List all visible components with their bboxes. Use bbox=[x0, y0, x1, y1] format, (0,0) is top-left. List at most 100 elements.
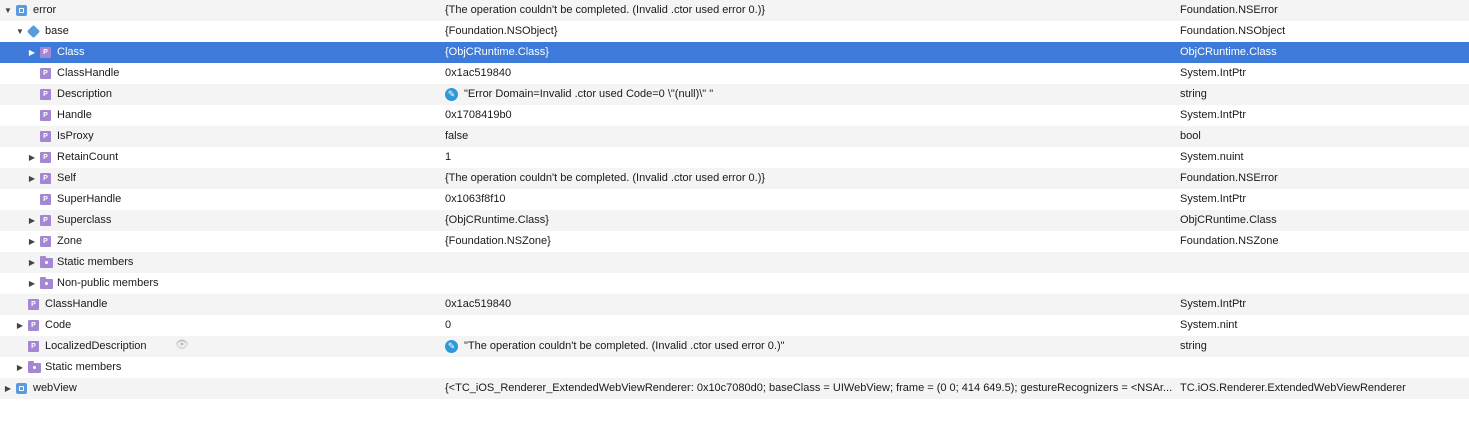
disclosure-collapsed-icon[interactable]: ▶ bbox=[27, 147, 37, 168]
disclosure-collapsed-icon[interactable]: ▶ bbox=[27, 210, 37, 231]
row-value: false bbox=[445, 130, 469, 142]
value-cell: ✎ "Error Domain=Invalid .ctor used Code=0… bbox=[445, 84, 1173, 105]
row-value: 1 bbox=[445, 151, 452, 163]
tree-row[interactable]: ▼ base {Foundation.NSObject} Foundation.NSO… bbox=[0, 21, 1469, 42]
disclosure-collapsed-icon[interactable]: ▶ bbox=[3, 378, 13, 399]
row-value: {Foundation.NSObject} bbox=[445, 25, 558, 37]
row-value: {Foundation.NSZone} bbox=[445, 235, 551, 247]
row-type: System.IntPtr bbox=[1180, 109, 1247, 121]
name-cell: ▶ Static members bbox=[0, 252, 430, 273]
value-cell: 0x1ac519840 bbox=[445, 294, 1173, 315]
disclosure-collapsed-icon[interactable]: ▶ bbox=[27, 252, 37, 273]
row-value: 0x1ac519840 bbox=[445, 298, 512, 310]
name-cell: P LocalizedDescription 👁 bbox=[0, 336, 430, 357]
disclosure-expanded-icon[interactable]: ▼ bbox=[3, 0, 13, 21]
row-name: Static members bbox=[57, 256, 134, 268]
tree-row[interactable]: ▶ P Class {ObjCRuntime.Class} ObjCRuntime.Cl… bbox=[0, 42, 1469, 63]
name-cell: ▶ P Self bbox=[0, 168, 430, 189]
value-cell: 0x1063f8f10 bbox=[445, 189, 1173, 210]
base-class-icon bbox=[26, 24, 41, 39]
value-cell: ✎ "The operation couldn't be completed. (… bbox=[445, 336, 1173, 357]
name-cell: P Description bbox=[0, 84, 430, 105]
tree-row[interactable]: ▶ Static members bbox=[0, 357, 1469, 378]
disclosure-collapsed-icon[interactable]: ▶ bbox=[27, 231, 37, 252]
value-cell: 0x1708419b0 bbox=[445, 105, 1173, 126]
row-type: TC.iOS.Renderer.ExtendedWebViewRenderer bbox=[1180, 382, 1406, 394]
name-cell: ▶ P Class bbox=[0, 42, 430, 63]
row-name: RetainCount bbox=[57, 151, 119, 163]
property-icon: P bbox=[40, 47, 51, 58]
disclosure-collapsed-icon[interactable]: ▶ bbox=[27, 273, 37, 294]
disclosure-expanded-icon[interactable]: ▼ bbox=[15, 21, 25, 42]
tree-row[interactable]: ▶ P Zone {Foundation.NSZone} Foundation.NSZo… bbox=[0, 231, 1469, 252]
tree-row[interactable]: P ClassHandle 0x1ac519840 System.IntPtr bbox=[0, 294, 1469, 315]
row-type: string bbox=[1180, 88, 1207, 100]
row-type: System.IntPtr bbox=[1180, 193, 1247, 205]
value-cell bbox=[445, 252, 1173, 273]
eye-icon[interactable]: 👁 bbox=[175, 340, 189, 351]
property-icon: P bbox=[40, 89, 51, 100]
tree-row[interactable]: ▶ P Superclass {ObjCRuntime.Class} ObjCRunti… bbox=[0, 210, 1469, 231]
name-cell: ▶ P RetainCount bbox=[0, 147, 430, 168]
tree-row[interactable]: ▶ Non-public members bbox=[0, 273, 1469, 294]
folder-icon bbox=[28, 361, 41, 373]
tree-row[interactable]: P LocalizedDescription 👁 ✎ "The operation co… bbox=[0, 336, 1469, 357]
value-cell: {Foundation.NSZone} bbox=[445, 231, 1173, 252]
name-cell: ▶ Static members bbox=[0, 357, 430, 378]
disclosure-collapsed-icon[interactable]: ▶ bbox=[27, 42, 37, 63]
row-value[interactable]: "Error Domain=Invalid .ctor used Code=0 … bbox=[464, 84, 713, 105]
row-name: Static members bbox=[45, 361, 122, 373]
tree-row[interactable]: ▶ P Code 0 System.nint bbox=[0, 315, 1469, 336]
disclosure-collapsed-icon[interactable]: ▶ bbox=[27, 168, 37, 189]
row-type: Foundation.NSError bbox=[1180, 4, 1278, 16]
row-value[interactable]: "The operation couldn't be completed. (I… bbox=[464, 336, 785, 357]
row-name: webView bbox=[33, 382, 77, 394]
row-type: bool bbox=[1180, 130, 1201, 142]
row-value: 0 bbox=[445, 319, 452, 331]
name-cell: P SuperHandle bbox=[0, 189, 430, 210]
row-name: Code bbox=[45, 319, 72, 331]
row-name: Self bbox=[57, 172, 76, 184]
row-type: ObjCRuntime.Class bbox=[1180, 214, 1277, 226]
row-value: {<TC_iOS_Renderer_ExtendedWebViewRendere… bbox=[445, 382, 1173, 394]
disclosure-collapsed-icon[interactable]: ▶ bbox=[15, 357, 25, 378]
tree-row[interactable]: P SuperHandle 0x1063f8f10 System.IntPtr bbox=[0, 189, 1469, 210]
property-icon: P bbox=[40, 110, 51, 121]
row-type: ObjCRuntime.Class bbox=[1180, 46, 1277, 58]
tree-row[interactable]: P Handle 0x1708419b0 System.IntPtr bbox=[0, 105, 1469, 126]
tree-row[interactable]: ▶ P RetainCount 1 System.nuint bbox=[0, 147, 1469, 168]
row-value: {The operation couldn't be completed. (I… bbox=[445, 172, 766, 184]
name-cell: ▶ Non-public members bbox=[0, 273, 430, 294]
name-cell: ▶ P Code bbox=[0, 315, 430, 336]
tree-row[interactable]: P Description ✎ "Error Domain=Invalid .ctor… bbox=[0, 84, 1469, 105]
property-icon: P bbox=[28, 320, 39, 331]
value-cell: {Foundation.NSObject} bbox=[445, 21, 1173, 42]
tree-row[interactable]: ▶ webView {<TC_iOS_Renderer_ExtendedWebVie… bbox=[0, 378, 1469, 399]
value-cell: 0 bbox=[445, 315, 1173, 336]
tree-row[interactable]: P IsProxy false bool bbox=[0, 126, 1469, 147]
value-cell: {ObjCRuntime.Class} bbox=[445, 210, 1173, 231]
tree-row[interactable]: ▼ error {The operation couldn't be complet… bbox=[0, 0, 1469, 21]
tree-row[interactable]: P ClassHandle 0x1ac519840 System.IntPtr bbox=[0, 63, 1469, 84]
row-type: System.nint bbox=[1180, 319, 1238, 331]
variables-tree: ▼ error {The operation couldn't be complet… bbox=[0, 0, 1469, 399]
name-cell: ▶ P Superclass bbox=[0, 210, 430, 231]
row-name: Superclass bbox=[57, 214, 112, 226]
name-cell: P IsProxy bbox=[0, 126, 430, 147]
edit-icon[interactable]: ✎ bbox=[445, 88, 458, 101]
disclosure-collapsed-icon[interactable]: ▶ bbox=[15, 315, 25, 336]
row-name: SuperHandle bbox=[57, 193, 122, 205]
tree-row[interactable]: ▶ P Self {The operation couldn't be complet… bbox=[0, 168, 1469, 189]
row-value: {The operation couldn't be completed. (I… bbox=[445, 4, 766, 16]
row-type: System.IntPtr bbox=[1180, 67, 1247, 79]
name-cell: P ClassHandle bbox=[0, 294, 430, 315]
edit-icon[interactable]: ✎ bbox=[445, 340, 458, 353]
row-type: string bbox=[1180, 340, 1207, 352]
tree-row[interactable]: ▶ Static members bbox=[0, 252, 1469, 273]
row-name: LocalizedDescription bbox=[45, 340, 147, 352]
row-value: {ObjCRuntime.Class} bbox=[445, 214, 549, 226]
object-icon bbox=[16, 5, 27, 16]
property-icon: P bbox=[40, 68, 51, 79]
row-name: base bbox=[45, 25, 69, 37]
name-cell: P ClassHandle bbox=[0, 63, 430, 84]
